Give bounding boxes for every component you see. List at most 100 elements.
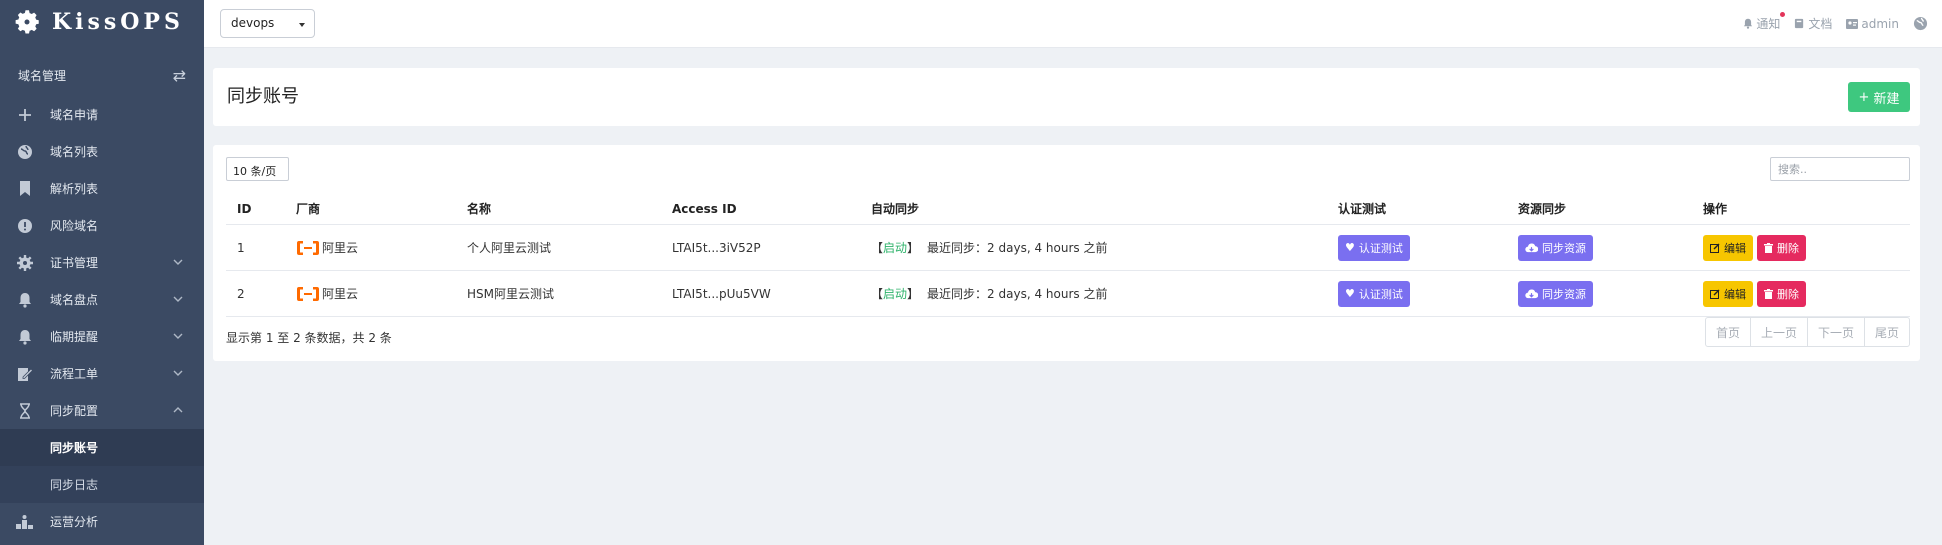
topbar-actions: 通知 文档 admin: [1743, 12, 1928, 32]
cell-id: 2: [237, 286, 245, 301]
topbar: devops 通知 文档 admin: [204, 0, 1942, 48]
sync-resource-label: 同步资源: [1542, 241, 1586, 255]
sidebar-section-header: 域名管理 ⇄: [0, 44, 204, 96]
sidebar-submenu-sync-config: 同步账号 同步日志: [0, 429, 204, 503]
auth-test-button[interactable]: ♥ 认证测试: [1338, 280, 1410, 307]
notify-label: 通知: [1756, 17, 1781, 31]
chevron-down-icon: [173, 296, 183, 302]
cell-auth-test: ♥ 认证测试: [1338, 225, 1410, 270]
sidebar-item-risk-domain[interactable]: 风险域名: [0, 207, 204, 244]
per-page-select[interactable]: 10 条/页: [226, 157, 289, 181]
column-header: 资源同步: [1518, 202, 1567, 216]
prev-page-button[interactable]: 上一页: [1751, 318, 1808, 346]
bar-chart-icon: [16, 513, 34, 531]
cell-name: 个人阿里云测试: [467, 241, 552, 255]
pagination-summary: 显示第 1 至 2 条数据，共 2 条: [226, 331, 392, 345]
notify-link[interactable]: 通知: [1743, 12, 1786, 32]
bracket-open: 【: [871, 241, 884, 255]
caret-down-icon: [299, 23, 305, 27]
alert-circle-icon: [16, 217, 34, 235]
sidebar-item-dns-list[interactable]: 解析列表: [0, 170, 204, 207]
sidebar-subitem-sync-account[interactable]: 同步账号: [0, 429, 204, 466]
sidebar-section-title: 域名管理: [18, 68, 67, 83]
delete-button[interactable]: 删除: [1757, 234, 1806, 261]
vendor-name: 阿里云: [322, 241, 359, 255]
next-page-button[interactable]: 下一页: [1808, 318, 1865, 346]
swap-icon[interactable]: ⇄: [173, 66, 186, 85]
heart-icon: ♥: [1345, 241, 1355, 254]
id-card-icon: [1846, 19, 1859, 29]
hourglass-icon: [16, 402, 34, 420]
cell-id: 1: [237, 240, 245, 255]
first-page-button[interactable]: 首页: [1706, 318, 1751, 346]
table-header: ID 厂商 名称 Access ID 自动同步 认证测试 资源同步 操作: [226, 192, 1910, 225]
edit-label: 编辑: [1724, 287, 1746, 301]
sidebar-item-label: 解析列表: [50, 182, 99, 196]
aliyun-logo-icon: [297, 240, 319, 255]
page-header-card: 同步账号 + 新建: [213, 68, 1920, 126]
table-card: 10 条/页 ID 厂商 名称 Access ID 自动同步 认证测试 资源同步…: [213, 145, 1920, 361]
chevron-down-icon: [173, 370, 183, 376]
delete-label: 删除: [1777, 241, 1799, 255]
cell-access-id: LTAI5t...3iV52P: [672, 240, 761, 255]
auth-test-label: 认证测试: [1358, 287, 1403, 301]
pagination: 首页 上一页 下一页 尾页: [1704, 317, 1910, 347]
trash-icon: [1764, 288, 1773, 299]
edit-button[interactable]: 编辑: [1703, 280, 1753, 307]
sidebar-item-label: 域名列表: [50, 145, 99, 159]
bell-icon: [16, 291, 34, 309]
auto-sync-status: 启动: [883, 241, 908, 255]
globe-icon: [16, 143, 34, 161]
env-select[interactable]: devops: [220, 9, 315, 38]
sidebar-item-label: 同步配置: [50, 404, 99, 418]
sidebar-item-label: 临期提醒: [50, 330, 99, 344]
chevron-down-icon: [173, 333, 183, 339]
last-page-button[interactable]: 尾页: [1865, 318, 1909, 346]
sidebar-item-sync-config[interactable]: 同步配置: [0, 392, 204, 429]
sidebar-subitem-sync-log[interactable]: 同步日志: [0, 466, 204, 503]
cell-auto-sync: 【 启动 】 最近同步：2 days, 4 hours 之前: [871, 271, 1107, 316]
cell-access-id: LTAI5t...pUu5VW: [672, 286, 771, 301]
logo[interactable]: KissOPS: [0, 0, 204, 44]
delete-button[interactable]: 删除: [1757, 280, 1806, 307]
bracket-close: 】: [907, 241, 920, 255]
sidebar-item-domain-inventory[interactable]: 域名盘点: [0, 281, 204, 318]
user-menu[interactable]: admin: [1846, 17, 1899, 31]
cell-resource-sync: 同步资源: [1518, 225, 1593, 270]
last-sync-text: 最近同步：2 days, 4 hours 之前: [927, 287, 1108, 301]
sidebar-item-domain-apply[interactable]: 域名申请: [0, 96, 204, 133]
sidebar-item-expiry-reminder[interactable]: 临期提醒: [0, 318, 204, 355]
new-button-label: 新建: [1873, 91, 1900, 107]
sidebar-subitem-label: 同步账号: [50, 441, 99, 455]
trash-icon: [1764, 242, 1773, 253]
cell-vendor: 阿里云: [296, 225, 358, 270]
sidebar-item-ops-analytics[interactable]: 运营分析: [0, 503, 204, 540]
bracket-open: 【: [871, 287, 884, 301]
sidebar-item-domain-list[interactable]: 域名列表: [0, 133, 204, 170]
docs-link[interactable]: 文档: [1794, 15, 1832, 32]
sidebar-item-workflow[interactable]: 流程工单: [0, 355, 204, 392]
search-input[interactable]: [1770, 157, 1910, 181]
delete-label: 删除: [1777, 287, 1799, 301]
sidebar-item-label: 域名申请: [50, 108, 99, 122]
chevron-down-icon: [173, 259, 183, 265]
edit-icon: [1710, 243, 1720, 253]
new-button[interactable]: + 新建: [1848, 82, 1910, 112]
brand-name: KissOPS: [52, 9, 184, 35]
language-switch[interactable]: [1913, 16, 1928, 31]
auth-test-button[interactable]: ♥ 认证测试: [1338, 234, 1410, 261]
sidebar-item-label: 证书管理: [50, 256, 99, 270]
edit-doc-icon: [16, 365, 34, 383]
column-header: Access ID: [672, 201, 737, 216]
sync-resource-button[interactable]: 同步资源: [1518, 234, 1593, 261]
sync-resource-button[interactable]: 同步资源: [1518, 280, 1593, 307]
cell-actions: 编辑 删除: [1703, 271, 1806, 316]
cell-vendor: 阿里云: [296, 271, 358, 316]
column-header: ID: [237, 201, 252, 216]
aliyun-logo-icon: [297, 286, 319, 301]
bookmark-icon: [16, 180, 34, 198]
edit-button[interactable]: 编辑: [1703, 234, 1753, 261]
user-label: admin: [1861, 16, 1899, 31]
sidebar-item-cert-manage[interactable]: 证书管理: [0, 244, 204, 281]
cloud-download-icon: [1525, 242, 1538, 252]
